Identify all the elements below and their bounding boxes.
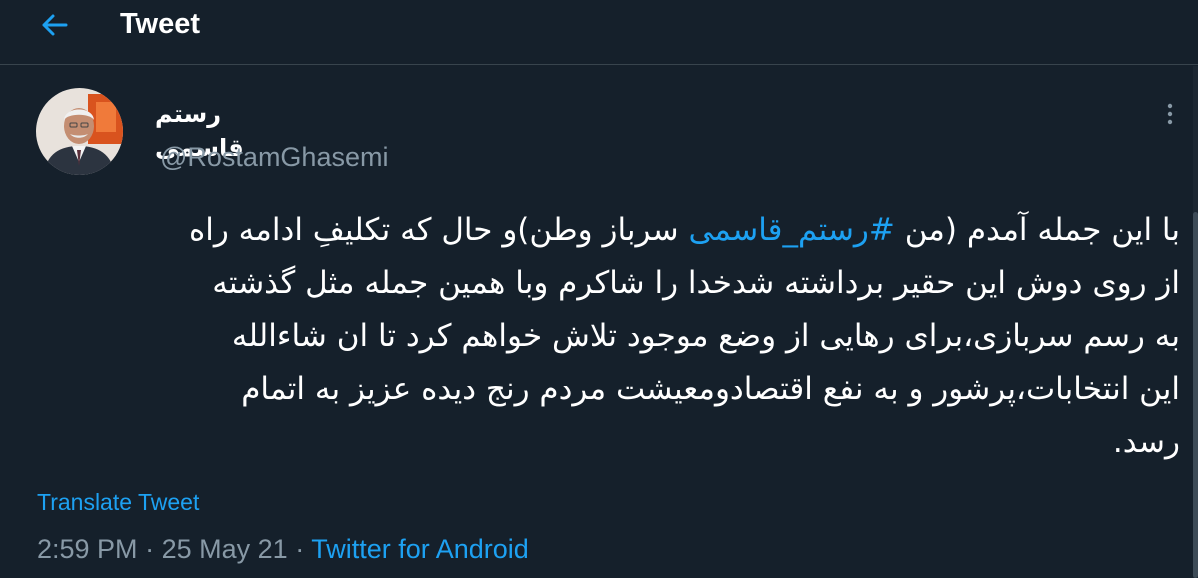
tweet-line: از روی دوش این حقیر برداشته شدخدا را شاک… — [212, 265, 1180, 301]
tweet-line: رسد. — [1112, 424, 1180, 460]
top-bar: Tweet — [0, 0, 1198, 65]
tweet-source-link[interactable]: Twitter for Android — [311, 534, 529, 564]
tweet-metadata: 2:59 PM · 25 May 21 · Twitter for Androi… — [37, 532, 529, 566]
tweet-time: 2:59 PM — [37, 534, 138, 564]
author-handle[interactable]: @RostamGhasemi — [160, 139, 388, 175]
arrow-left-icon — [42, 14, 68, 36]
tweet-line: به رسم سربازی،برای رهایی از وضع موجود تل… — [231, 318, 1180, 354]
separator-dot: · — [145, 534, 155, 564]
profile-photo — [36, 88, 123, 175]
tweet-text-segment: سرباز وطن)و حال که تکلیفِ ادامه راه — [189, 212, 689, 248]
tweet-line: با این جمله آمدم (من #رستم_قاسمی سرباز و… — [40, 204, 1180, 257]
back-button[interactable] — [30, 7, 78, 43]
scrollbar-thumb[interactable] — [1193, 212, 1198, 578]
avatar[interactable] — [36, 88, 123, 175]
tweet-line: این انتخابات،پرشور و به نفع اقتصادومعیشت… — [241, 371, 1180, 407]
translate-tweet-link[interactable]: Translate Tweet — [37, 487, 199, 517]
hashtag-link[interactable]: #رستم_قاسمی — [688, 212, 894, 248]
more-vertical-icon — [1167, 103, 1173, 125]
page-title: Tweet — [120, 8, 201, 40]
separator-dot: · — [295, 534, 305, 564]
more-options-button[interactable] — [1156, 100, 1184, 128]
tweet-text: با این جمله آمدم (من #رستم_قاسمی سرباز و… — [40, 204, 1180, 469]
tweet-date: 25 May 21 — [161, 534, 288, 564]
tweet-text-segment: با این جمله آمدم (من — [894, 212, 1180, 248]
